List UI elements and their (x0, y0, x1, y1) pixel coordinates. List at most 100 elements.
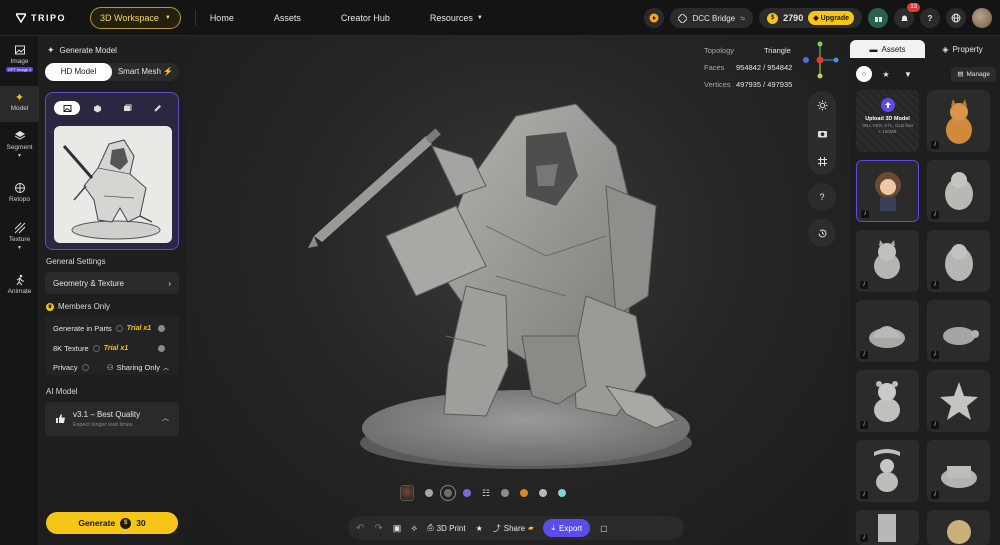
ai-model-select[interactable]: v3.1 – Best Quality Expect longer wait t… (45, 402, 179, 436)
asset-tile-snowman[interactable]: i (856, 440, 919, 502)
nav-assets[interactable]: Assets (274, 13, 301, 23)
filter-all[interactable]: ⁘ (856, 66, 872, 82)
faces-row: Faces 954842 / 954842 (704, 59, 792, 76)
tab-cube[interactable] (84, 101, 110, 115)
asset-tile-bear[interactable]: i (856, 370, 919, 432)
material-dot[interactable] (425, 489, 433, 497)
generate-in-parts-toggle[interactable] (158, 324, 165, 332)
print-button[interactable]: ⎙ 3D Print (427, 523, 465, 533)
smart-mesh-option[interactable]: Smart Mesh ⚡ (112, 63, 179, 81)
asset-tile-cat[interactable]: i (927, 90, 990, 152)
share-button[interactable]: ⤴ Share ▰ (493, 523, 534, 534)
info-icon[interactable]: i (860, 421, 868, 429)
info-icon[interactable]: i (861, 210, 869, 218)
material-dot[interactable] (558, 489, 567, 497)
screenshot-button[interactable] (808, 119, 836, 147)
grid-button[interactable] (808, 147, 836, 175)
credits-pill[interactable]: $ 2790 ◆ Upgrade (759, 8, 862, 28)
fullscreen-icon[interactable]: ▢ (600, 524, 608, 533)
hd-model-option[interactable]: HD Model (45, 63, 112, 81)
lighting-button[interactable] (808, 91, 836, 119)
rail-item-segment[interactable]: Segment ▼ (0, 130, 39, 166)
filter-funnel[interactable]: ▼ (900, 66, 916, 82)
crown-icon: ♛ (46, 302, 54, 311)
info-icon[interactable]: i (931, 141, 939, 149)
favorite-icon[interactable]: ★ (476, 524, 483, 533)
info-icon[interactable]: i (860, 534, 868, 542)
dcc-bridge-button[interactable]: DCC Bridge ⇆ (670, 8, 754, 28)
tab-multi-image[interactable] (114, 101, 140, 115)
asset-tile-shell[interactable]: i (856, 300, 919, 362)
material-dot[interactable] (501, 489, 510, 497)
info-icon[interactable]: i (931, 211, 939, 219)
material-dot[interactable] (520, 489, 529, 497)
cube-icon (93, 104, 101, 112)
material-dot[interactable] (463, 489, 471, 497)
info-icon[interactable]: i (931, 281, 939, 289)
rail-item-texture[interactable]: Texture ▼ (0, 222, 39, 258)
rail-item-retopo[interactable]: Retopo (0, 182, 39, 208)
3d-viewport[interactable]: Topology Triangle Faces 954842 / 954842 … (186, 36, 850, 545)
asset-tile-creature[interactable]: i (856, 230, 919, 292)
info-icon[interactable]: i (931, 421, 939, 429)
asset-tile-mech[interactable]: i (856, 510, 919, 545)
user-avatar[interactable] (972, 8, 992, 28)
asset-tile-blob[interactable]: i (927, 230, 990, 292)
info-icon[interactable]: i (931, 351, 939, 359)
coin-icon: $ (767, 12, 779, 24)
tab-single-image[interactable] (54, 101, 80, 115)
character-thumbnail[interactable] (400, 485, 414, 501)
info-icon[interactable]: i (860, 491, 868, 499)
chevron-up-icon: ︿ (162, 365, 169, 372)
asset-tile-star[interactable]: i (927, 370, 990, 432)
info-icon[interactable]: i (860, 351, 868, 359)
upgrade-button[interactable]: ◆ Upgrade (808, 11, 854, 25)
asset-tile-robot[interactable]: i (927, 160, 990, 222)
info-icon[interactable]: i (860, 281, 868, 289)
nav-resources[interactable]: Resources ▼ (430, 13, 483, 23)
credits-value: 2790 (783, 13, 804, 23)
rail-item-image[interactable]: Image GPT Image 2 (0, 44, 39, 78)
generate-button[interactable]: Generate $ 30 (46, 512, 178, 534)
info-icon[interactable]: i (931, 491, 939, 499)
language-button[interactable] (946, 8, 966, 28)
help-button[interactable]: ? (808, 183, 836, 211)
tutorial-button[interactable] (644, 8, 665, 28)
uploaded-sketch-image[interactable] (54, 126, 172, 243)
nav-resources-label: Resources (429, 12, 473, 23)
redo-icon[interactable]: ↷ (374, 523, 382, 534)
rail-item-model[interactable]: ✦ Model (0, 86, 39, 122)
material-dot[interactable] (440, 485, 456, 501)
pencil-icon (154, 104, 161, 111)
trial-badge: Trial x1 (103, 344, 129, 352)
tab-text[interactable] (144, 101, 170, 115)
help-button[interactable]: ? (920, 8, 940, 28)
texture-8k-toggle[interactable] (158, 344, 165, 352)
workspace-dropdown[interactable]: 3D Workspace ▼ (90, 6, 181, 29)
nav-home[interactable]: Home (210, 13, 234, 23)
ai-tools-icon[interactable]: ⟡ (411, 523, 417, 534)
notifications-button[interactable]: 13 (894, 3, 920, 28)
nav-creator-hub[interactable]: Creator Hub (341, 13, 390, 23)
asset-tile-pet[interactable] (927, 510, 990, 545)
manage-button[interactable]: ▤ Manage (951, 66, 996, 82)
gift-button[interactable] (868, 8, 888, 28)
privacy-select[interactable]: ⚇ Sharing Only ︿ (107, 363, 169, 372)
filter-favorites[interactable]: ★ (878, 66, 894, 82)
tab-property[interactable]: ◈ Property (925, 40, 1000, 58)
history-button[interactable] (808, 219, 836, 247)
sliders-icon[interactable]: ☷ (482, 488, 490, 499)
axis-gizmo[interactable] (800, 40, 844, 84)
upload-model-tile[interactable]: Upload 3D Model OBJ, FBX, STL, GLB files… (856, 90, 919, 152)
export-button[interactable]: ⤓ Export (543, 519, 591, 537)
tab-assets[interactable]: ▬ Assets (850, 40, 925, 58)
asset-tile-character[interactable]: i (856, 160, 919, 222)
tripo-logo[interactable]: TRIPO (16, 13, 74, 23)
material-dot[interactable] (539, 489, 548, 497)
asset-tile-box[interactable]: i (927, 440, 990, 502)
rail-item-animate[interactable]: Animate (0, 274, 39, 300)
geometry-texture-row[interactable]: Geometry & Texture › (45, 272, 179, 294)
gift-box-icon[interactable]: ▣ (393, 523, 402, 534)
asset-tile-turtle[interactable]: i (927, 300, 990, 362)
undo-icon[interactable]: ↶ (356, 523, 364, 534)
